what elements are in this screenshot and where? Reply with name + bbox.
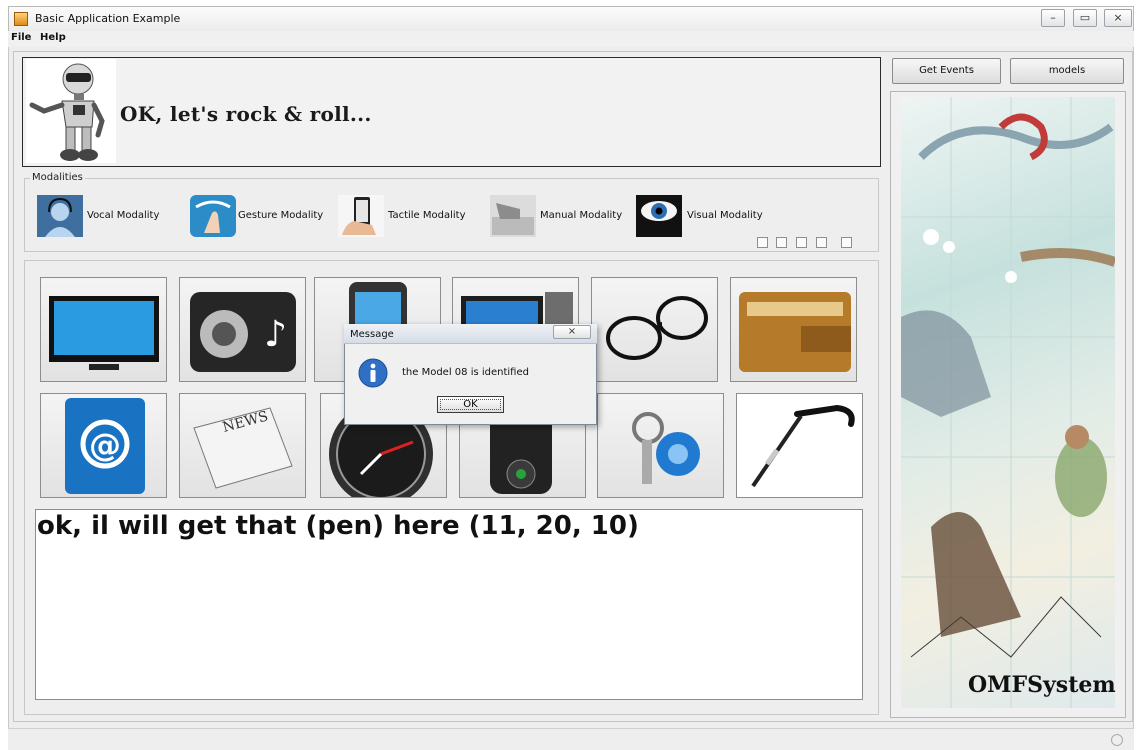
header-message: OK, let's rock & roll... xyxy=(120,102,372,126)
window-titlebar: Basic Application Example – ▭ × xyxy=(8,6,1134,32)
modality-label: Gesture Modality xyxy=(238,210,324,221)
maximize-button[interactable]: ▭ xyxy=(1073,9,1097,27)
modality-checkbox-4[interactable] xyxy=(816,237,827,248)
modality-manual[interactable]: Manual Modality xyxy=(490,195,623,237)
wallet-icon xyxy=(739,292,851,372)
modality-vocal[interactable]: Vocal Modality xyxy=(37,195,160,237)
modality-tactile[interactable]: Tactile Modality xyxy=(338,195,466,237)
modality-label: Tactile Modality xyxy=(388,210,466,221)
keyboard-hand-icon xyxy=(490,195,536,237)
phone-touch-icon xyxy=(338,195,384,237)
tv-icon xyxy=(49,296,159,370)
dialog-ok-button[interactable]: OK xyxy=(437,396,504,413)
device-tile-address-book[interactable]: @ xyxy=(40,393,167,498)
keys-icon xyxy=(632,412,700,484)
minimize-button[interactable]: – xyxy=(1041,9,1065,27)
device-tile-keys[interactable] xyxy=(597,393,724,498)
modality-checkbox-1[interactable] xyxy=(757,237,768,248)
modality-label: Manual Modality xyxy=(540,210,623,221)
address-book-icon: @ xyxy=(65,398,145,494)
modality-checkbox-5[interactable] xyxy=(841,237,852,248)
modalities-group-label: Modalities xyxy=(30,172,85,183)
robot-image xyxy=(26,59,116,163)
device-tile-newspaper[interactable]: NEWS xyxy=(179,393,306,498)
swipe-hand-icon xyxy=(190,195,236,237)
menu-bar: File Help xyxy=(8,31,1134,47)
modality-gesture[interactable]: Gesture Modality xyxy=(190,195,324,237)
window-title: Basic Application Example xyxy=(35,12,181,25)
dialog-message: the Model 08 is identified xyxy=(402,367,529,378)
dialog-close-button[interactable]: × xyxy=(553,325,591,339)
modality-label: Visual Modality xyxy=(687,210,763,221)
java-app-icon xyxy=(14,12,28,26)
modality-checkbox-3[interactable] xyxy=(796,237,807,248)
eye-icon xyxy=(636,195,682,237)
device-tile-wallet[interactable] xyxy=(730,277,857,382)
status-bar xyxy=(8,728,1134,750)
device-tile-cane[interactable] xyxy=(736,393,863,498)
svg-text:♪: ♪ xyxy=(264,314,287,355)
menu-file[interactable]: File xyxy=(11,32,31,43)
status-indicator-icon xyxy=(1111,734,1123,746)
models-button[interactable]: models xyxy=(1010,58,1124,84)
menu-help[interactable]: Help xyxy=(40,32,66,43)
glasses-icon xyxy=(606,296,708,360)
dialog-title: Message xyxy=(350,329,394,340)
svg-text:@: @ xyxy=(89,426,121,464)
omfsystem-logo: OMFSystem xyxy=(968,672,1116,698)
device-tile-speaker[interactable]: ♪ xyxy=(179,277,306,382)
device-tile-tv[interactable] xyxy=(40,277,167,382)
modality-visual[interactable]: Visual Modality xyxy=(636,195,763,237)
get-events-button[interactable]: Get Events xyxy=(892,58,1001,84)
headset-icon xyxy=(37,195,83,237)
modality-checkbox-2[interactable] xyxy=(776,237,787,248)
walking-cane-icon xyxy=(751,404,855,488)
newspaper-icon: NEWS xyxy=(193,407,293,489)
modality-label: Vocal Modality xyxy=(87,210,160,221)
speaker-music-icon: ♪ xyxy=(190,292,296,372)
output-text: ok, il will get that (pen) here (11, 20,… xyxy=(37,511,639,541)
info-icon xyxy=(358,358,388,388)
close-window-button[interactable]: × xyxy=(1104,9,1132,27)
accessibility-collage-image xyxy=(901,97,1115,708)
device-tile-glasses[interactable] xyxy=(591,277,718,382)
